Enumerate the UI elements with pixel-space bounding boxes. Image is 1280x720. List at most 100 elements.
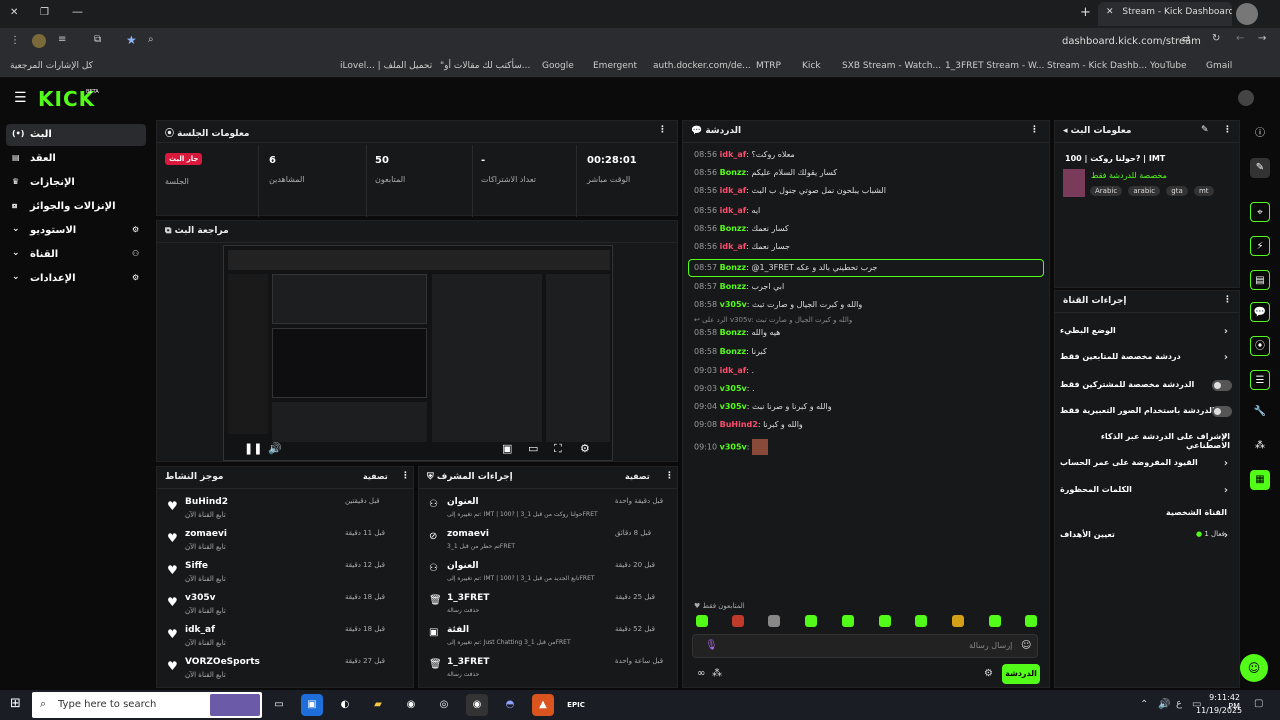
bookmark-youtube[interactable]: YouTube: [1150, 61, 1187, 71]
broadcast-icon[interactable]: ⦿: [1250, 336, 1270, 356]
bookmark-sxb[interactable]: SXB Stream - Watch...: [842, 61, 941, 71]
chat-message[interactable]: 08:56 idk_af: معلاه روكت؟: [694, 150, 1034, 166]
points-icon[interactable]: ⁂: [712, 668, 722, 679]
emote-button[interactable]: [1025, 615, 1037, 627]
bookmark-google[interactable]: Google: [542, 61, 574, 71]
taskbar-search[interactable]: ⌕ Type here to search: [32, 692, 262, 718]
reload-icon[interactable]: ↻: [1212, 33, 1220, 44]
emote-button[interactable]: [696, 615, 708, 627]
tray-arrow-icon[interactable]: ⌃: [1140, 699, 1148, 710]
chat-message[interactable]: 08:56 Bonzz: كسار يقولك السلام عليكم: [694, 168, 1034, 184]
close-window-icon[interactable]: ✕: [10, 7, 18, 18]
close-tab-icon[interactable]: ✕: [1106, 7, 1114, 17]
action-name[interactable]: 1_3FRET: [447, 657, 489, 667]
chrome-active-icon[interactable]: ◉: [466, 694, 488, 716]
action-followers-only[interactable]: دردشة مخصصة للمتابعين فقط ›: [1060, 352, 1230, 374]
message-user[interactable]: Bonzz: [720, 347, 747, 356]
message-user[interactable]: Bonzz: [720, 168, 747, 177]
sidebar-item-channel[interactable]: ⌄ القناة ⚇: [6, 244, 146, 266]
file-explorer-icon[interactable]: ▰: [367, 694, 389, 716]
list-icon[interactable]: ☰: [1250, 370, 1270, 390]
bookmark-3fret[interactable]: 1_3FRET Stream - W...: [945, 61, 1044, 71]
epic-games-icon[interactable]: EPIC: [565, 694, 587, 716]
message-user[interactable]: idk_af: [720, 242, 747, 251]
action-slow-mode[interactable]: الوضع البطيء ›: [1060, 326, 1230, 348]
chat-message[interactable]: 09:04 v305v: والله و كبرنا و صرنا نبث: [694, 402, 1034, 418]
stream-preview-video[interactable]: ❚❚ 🔊 ▣ ▭ ⛶ ⚙: [223, 245, 613, 461]
app-icon[interactable]: ◐: [334, 694, 356, 716]
message-user[interactable]: idk_af: [720, 366, 747, 375]
more-menu-icon[interactable]: ⋮: [658, 125, 667, 135]
edit-icon[interactable]: ✎: [1201, 125, 1209, 135]
tag-chip[interactable]: Arabic: [1090, 186, 1123, 196]
bookmark-ilove[interactable]: iLovel... | تحميل الملف: [340, 61, 432, 71]
bookmark-mtrp[interactable]: MTRP: [756, 61, 781, 71]
chat-icon[interactable]: 💬: [1250, 302, 1270, 322]
chat-message[interactable]: 08:58 Bonzz: هيه والله: [694, 328, 1034, 344]
feed-username[interactable]: idk_af: [185, 625, 215, 635]
back-icon[interactable]: →: [1258, 33, 1266, 44]
chrome-icon[interactable]: ◉: [400, 694, 422, 716]
message-user[interactable]: v305v: [720, 443, 747, 452]
microphone-icon[interactable]: 🎙: [705, 640, 718, 651]
bookmark-docker[interactable]: auth.docker.com/de...: [653, 61, 751, 71]
message-user[interactable]: idk_af: [720, 206, 747, 215]
action-name[interactable]: zomaevi: [447, 529, 489, 539]
language-indicator[interactable]: ع: [1176, 698, 1182, 709]
chat-message[interactable]: 08:56 idk_af: الشباب يبلحون نمل صوتي جنو…: [694, 186, 1034, 202]
feed-username[interactable]: zomaevi: [185, 529, 227, 539]
message-user[interactable]: idk_af: [720, 186, 747, 195]
hamburger-menu-icon[interactable]: ☰: [14, 90, 27, 106]
sidebar-item-contract[interactable]: ▤ العقد: [6, 148, 146, 170]
sidebar-item-stream[interactable]: (•) البث: [6, 124, 146, 146]
extensions-puzzle-icon[interactable]: ⧉: [94, 34, 101, 45]
message-user[interactable]: v305v: [720, 402, 747, 411]
bookmark-all[interactable]: كل الإشارات المرجعية: [10, 61, 93, 71]
emote-button[interactable]: [915, 615, 927, 627]
chat-message[interactable]: 09:03 idk_af: .: [694, 366, 1034, 382]
emote-button[interactable]: [842, 615, 854, 627]
feed-username[interactable]: VORZOeSports: [185, 657, 260, 667]
emote-button[interactable]: [768, 615, 780, 627]
more-menu-icon[interactable]: ⋮: [665, 471, 674, 481]
feed-username[interactable]: Siffe: [185, 561, 208, 571]
action-name[interactable]: 1_3FRET: [447, 593, 489, 603]
chat-message-mention[interactable]: 08:57 Bonzz: @1_3FRET جرب تحطيني بالد و …: [688, 259, 1044, 277]
sidebar-item-achievements[interactable]: ♛ الإنجازات: [6, 172, 146, 194]
message-user[interactable]: v305v: [720, 300, 747, 309]
lightning-icon[interactable]: ⚡: [1250, 236, 1270, 256]
volume-icon[interactable]: 🔊: [268, 442, 282, 455]
emoji-icon[interactable]: ☺: [1021, 640, 1031, 651]
bookmark-star-icon[interactable]: ★: [126, 33, 137, 47]
bookmark-emergent[interactable]: Emergent: [593, 61, 637, 71]
share-icon[interactable]: ⁂: [1250, 436, 1270, 456]
tag-chip[interactable]: mt: [1193, 186, 1214, 196]
message-user[interactable]: Bonzz: [720, 282, 747, 291]
chat-message[interactable]: 08:56 Bonzz: كسار نعمك: [694, 224, 1034, 240]
game-icon[interactable]: ▲: [532, 694, 554, 716]
chat-message[interactable]: 08:57 Bonzz: ابي اجرب: [694, 282, 1034, 298]
emote-button[interactable]: [952, 615, 964, 627]
windows-start-icon[interactable]: ⊞: [10, 696, 21, 711]
action-set-goals[interactable]: تعيين الأهداف ● فعال 1 ›: [1060, 530, 1230, 552]
clock-date[interactable]: 11/19/2025: [1196, 706, 1242, 715]
feed-username[interactable]: v305v: [185, 593, 216, 603]
sidebar-item-settings[interactable]: ⌄ الإعدادات ⚙: [6, 268, 146, 290]
message-user[interactable]: idk_af: [720, 150, 747, 159]
emote-button[interactable]: [989, 615, 1001, 627]
restore-window-icon[interactable]: ❐: [40, 7, 49, 18]
pencil-icon[interactable]: ✎: [1250, 158, 1270, 178]
minimize-window-icon[interactable]: —: [72, 5, 83, 18]
url-field[interactable]: dashboard.kick.com/stream: [1062, 36, 1201, 47]
emotes-only-toggle[interactable]: [1212, 406, 1232, 417]
chat-message[interactable]: 09:08 BuHind2: والله و كبرنا: [694, 420, 1034, 436]
bookmark-kick[interactable]: Kick: [802, 61, 821, 71]
discord-icon[interactable]: ◓: [499, 694, 521, 716]
queue-icon[interactable]: ≡: [58, 34, 66, 45]
focus-icon[interactable]: ⌖: [1250, 202, 1270, 222]
gear-icon[interactable]: ⚙: [984, 668, 993, 679]
more-menu-icon[interactable]: ⋮: [401, 471, 410, 481]
chat-message[interactable]: 08:56 idk_af: جسار نعمك: [694, 242, 1034, 258]
profile-avatar[interactable]: [1236, 3, 1258, 25]
message-user[interactable]: v305v: [720, 384, 747, 393]
